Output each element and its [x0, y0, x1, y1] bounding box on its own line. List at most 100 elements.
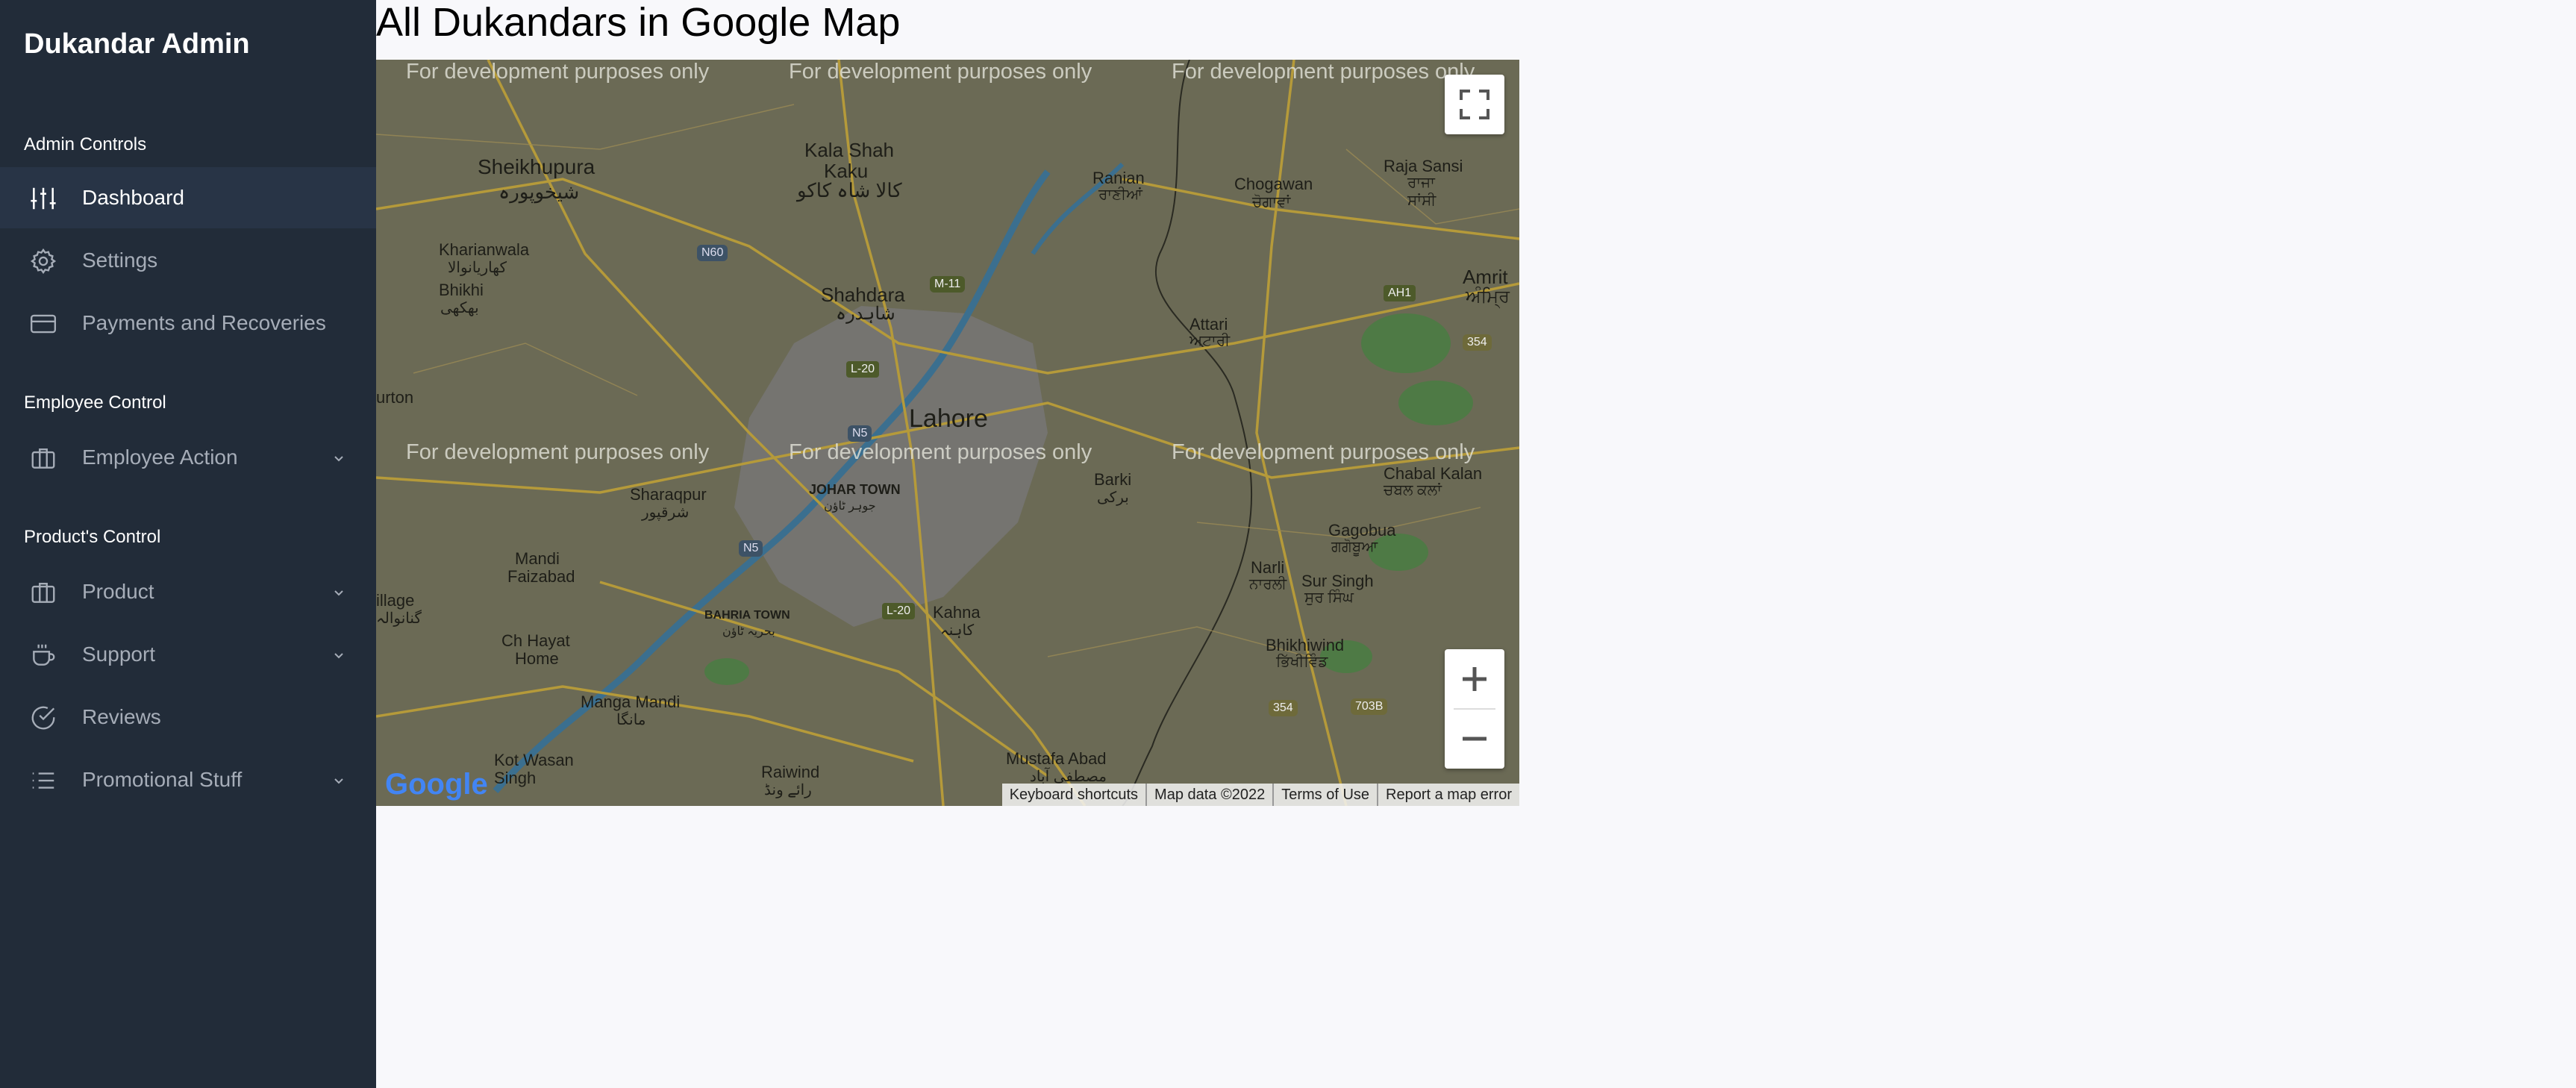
fullscreen-button[interactable] [1445, 75, 1504, 134]
report-map-error-link[interactable]: Report a map error [1377, 784, 1519, 806]
google-logo-text: Google [385, 768, 488, 801]
plus-icon [1463, 667, 1486, 691]
road-shield: AH1 [1384, 285, 1416, 301]
check-circle-icon [28, 703, 58, 733]
place-label: Sheikhupura [478, 155, 595, 178]
section-employee-control: Employee Control [24, 393, 166, 413]
zoom-controls [1445, 649, 1504, 769]
place-label: Chabal Kalan [1384, 464, 1483, 483]
google-map[interactable]: For development purposes only For develo… [376, 60, 1519, 806]
zoom-in-button[interactable] [1445, 649, 1504, 709]
place-label: رائے ونڈ [764, 782, 812, 798]
chevron-down-icon [331, 451, 346, 466]
road-shield: 354 [1269, 700, 1298, 716]
place-label: Kala Shah [804, 139, 894, 161]
place-label: Lahore [909, 404, 988, 433]
sidebar-item-payments[interactable]: Payments and Recoveries [0, 293, 376, 354]
map-attribution: Keyboard shortcuts Map data ©2022 Terms … [1001, 784, 1519, 806]
sidebar-item-label: Promotional Stuff [82, 768, 243, 791]
sidebar-item-label: Product [82, 580, 154, 603]
briefcase-icon [28, 578, 58, 607]
place-label: Kharianwala [439, 240, 530, 259]
place-label: Sharaqpur [630, 485, 707, 504]
place-label: شرقپور [642, 504, 690, 521]
place-label: Faizabad [507, 567, 575, 586]
sidebar-item-employee-action[interactable]: Employee Action [0, 427, 376, 488]
place-label: Raiwind [761, 763, 820, 781]
place-label: Mandi [515, 549, 560, 568]
place-label: ਚਬਲ ਕਲਾਂ [1384, 482, 1442, 498]
sidebar-item-settings[interactable]: Settings [0, 230, 376, 291]
map-watermark: For development purposes only [406, 60, 710, 84]
place-label: ਅੰਮ੍ਰਿ [1466, 287, 1510, 307]
section-admin-controls: Admin Controls [24, 134, 147, 154]
brand-title: Dukandar Admin [24, 28, 250, 60]
place-label: کالا شاہ کاکو [797, 179, 902, 201]
sidebar-item-support[interactable]: Support [0, 624, 376, 685]
road-shield: N5 [739, 540, 763, 557]
place-label: Kahna [933, 603, 981, 622]
map-watermark: For development purposes only [1172, 440, 1475, 464]
terms-of-use-link[interactable]: Terms of Use [1272, 784, 1377, 806]
keyboard-shortcuts-link[interactable]: Keyboard shortcuts [1002, 784, 1145, 806]
place-label: JOHAR TOWN [809, 482, 901, 497]
place-label: Raja Sansi [1384, 157, 1463, 175]
sidebar-item-label: Settings [82, 248, 158, 272]
place-label: Sur Singh [1301, 572, 1374, 590]
credit-card-icon [28, 309, 58, 339]
place-label: ਭਿੱਖੀਵਿੰਡ [1276, 654, 1328, 670]
list-icon [28, 766, 58, 795]
road-shield: 354 [1463, 334, 1492, 351]
place-label: BAHRIA TOWN [704, 609, 790, 622]
sidebar-item-dashboard[interactable]: Dashboard [0, 167, 376, 228]
sliders-icon [28, 184, 58, 213]
road-shield: L-20 [882, 603, 916, 619]
place-label: Bhikhiwind [1266, 636, 1345, 654]
google-logo[interactable]: Google [385, 768, 488, 801]
place-label: کاہنہ [940, 622, 975, 639]
zoom-out-button[interactable] [1445, 709, 1504, 769]
place-label: ਚੋਗਾਵਾਂ [1252, 194, 1291, 210]
place-label: Home [515, 649, 559, 668]
place-label: ਰਾਜਾ [1407, 175, 1435, 191]
sidebar-item-label: Dashboard [82, 186, 184, 209]
place-label: Kot Wasan [494, 751, 574, 769]
sidebar-item-label: Payments and Recoveries [82, 311, 326, 334]
sidebar-item-label: Support [82, 643, 156, 666]
place-label: ਸਾਂਸੀ [1407, 193, 1437, 209]
fullscreen-icon [1460, 90, 1489, 119]
sidebar-item-promotional[interactable]: Promotional Stuff [0, 749, 376, 810]
page-title: All Dukandars in Google Map [376, 0, 901, 45]
place-label: illage [376, 591, 415, 610]
place-label: ਨਾਰਲੀ [1249, 576, 1287, 593]
place-label: Gagobua [1328, 521, 1396, 540]
map-watermark: For development purposes only [1172, 60, 1475, 84]
briefcase-icon [28, 443, 58, 473]
section-products-control: Product's Control [24, 527, 161, 547]
place-label: Singh [494, 769, 537, 787]
place-label: گنانوالہ [376, 610, 422, 627]
place-label: Ranian [1092, 169, 1145, 187]
gear-icon [28, 246, 58, 276]
place-label: Mustafa Abad [1006, 749, 1107, 768]
place-label: Chogawan [1234, 175, 1313, 193]
sidebar-item-product[interactable]: Product [0, 561, 376, 622]
chevron-down-icon [331, 585, 346, 600]
place-label: جوہر ٹاؤن [824, 500, 876, 513]
place-label: مانگا [616, 712, 646, 728]
sidebar-item-reviews[interactable]: Reviews [0, 687, 376, 748]
place-label: ਗਗੋਬੂਆ [1331, 539, 1378, 555]
map-watermark: For development purposes only [406, 440, 710, 464]
road-shield: N60 [697, 245, 728, 261]
road-shield: N5 [848, 425, 872, 442]
place-label: Manga Mandi [581, 692, 681, 711]
map-watermark: For development purposes only [789, 60, 1092, 84]
place-label: Amrit [1463, 266, 1508, 288]
place-label: Bhikhi [439, 281, 484, 299]
place-label: بھکھی [440, 300, 479, 316]
chevron-down-icon [331, 648, 346, 663]
road-shield: L-20 [846, 361, 880, 378]
sidebar-item-label: Reviews [82, 705, 161, 728]
road-shield: M-11 [930, 276, 966, 293]
place-label: Narli [1251, 558, 1285, 577]
